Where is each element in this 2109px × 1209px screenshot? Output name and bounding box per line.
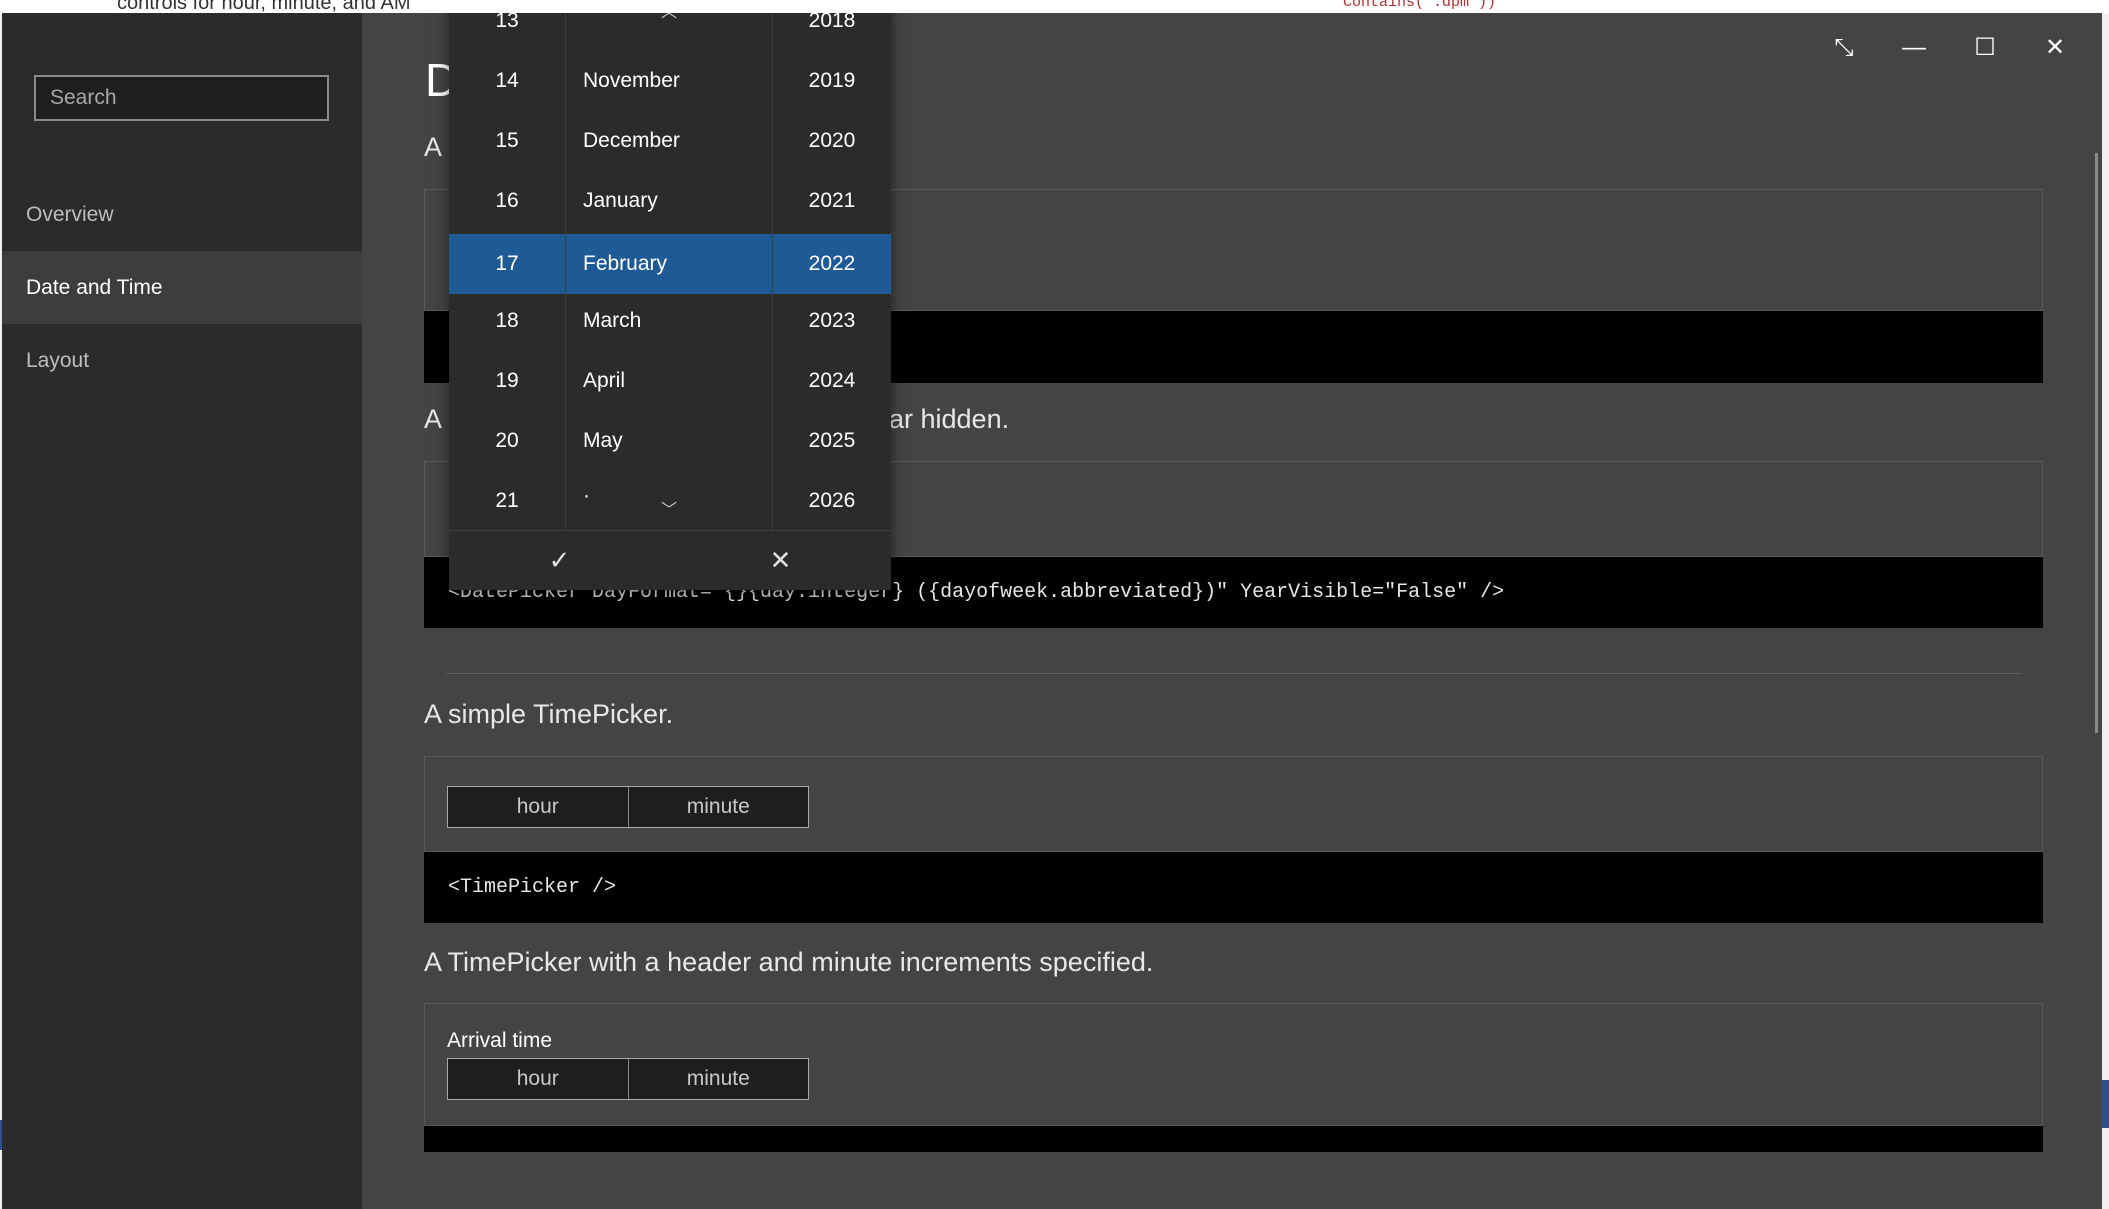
background-window: controls for hour, minute, and AM Contai… bbox=[0, 0, 2109, 14]
date-picker-flyout: 13 14 15 16 17 18 19 20 21 November Dece… bbox=[449, 13, 891, 590]
chevron-down-icon[interactable]: ﹀ bbox=[566, 500, 772, 522]
day-item[interactable]: 19 bbox=[449, 351, 565, 411]
month-item-selected[interactable]: February bbox=[566, 234, 772, 294]
sidebar-item-overview[interactable]: Overview bbox=[2, 178, 362, 251]
hour-segment[interactable]: hour bbox=[448, 787, 628, 827]
year-item[interactable]: 2024 bbox=[773, 351, 891, 411]
background-code: Contains(".dpm")) bbox=[1343, 0, 1497, 11]
section-description-right: ar hidden. bbox=[889, 404, 1010, 434]
gallery-window: Search Overview Date and Time Layout D A… bbox=[2, 13, 2102, 1209]
accept-button[interactable]: ✓ bbox=[449, 531, 670, 590]
example-box: Arrival time hour minute bbox=[424, 1003, 2043, 1126]
day-item[interactable]: 16 bbox=[449, 171, 565, 231]
year-item-selected[interactable]: 2022 bbox=[773, 234, 891, 294]
day-item[interactable]: 20 bbox=[449, 411, 565, 471]
day-item[interactable]: 21 bbox=[449, 471, 565, 530]
year-item[interactable]: 2020 bbox=[773, 111, 891, 171]
day-item[interactable]: 18 bbox=[449, 291, 565, 351]
month-item[interactable]: December bbox=[566, 111, 772, 171]
day-item[interactable]: 15 bbox=[449, 111, 565, 171]
year-item[interactable]: 2018 bbox=[773, 13, 891, 51]
example-box: hour minute bbox=[424, 756, 2043, 852]
minimize-button[interactable]: — bbox=[1891, 25, 1937, 71]
vertical-scrollbar[interactable] bbox=[2095, 153, 2098, 733]
chevron-up-icon[interactable]: ︿ bbox=[566, 13, 772, 24]
month-column[interactable]: November December January February March… bbox=[566, 13, 773, 530]
time-picker[interactable]: hour minute bbox=[447, 786, 809, 828]
code-box bbox=[424, 1126, 2043, 1152]
year-column[interactable]: 2018 2019 2020 2021 2022 2023 2024 2025 … bbox=[773, 13, 891, 530]
close-button[interactable]: ✕ bbox=[2032, 25, 2078, 71]
month-item[interactable]: May bbox=[566, 411, 772, 471]
month-item[interactable]: April bbox=[566, 351, 772, 411]
picker-header: Arrival time bbox=[447, 1029, 553, 1052]
day-column[interactable]: 13 14 15 16 17 18 19 20 21 bbox=[449, 13, 566, 530]
sidebar-item-layout[interactable]: Layout bbox=[2, 324, 362, 397]
year-item[interactable]: 2023 bbox=[773, 291, 891, 351]
sidebar-item-date-and-time[interactable]: Date and Time bbox=[2, 251, 362, 324]
day-item-selected[interactable]: 17 bbox=[449, 234, 565, 294]
background-text: controls for hour, minute, and AM bbox=[117, 0, 411, 14]
sidebar: Search Overview Date and Time Layout bbox=[2, 13, 362, 1209]
section-description: A TimePicker with a header and minute in… bbox=[424, 947, 1154, 977]
divider bbox=[446, 673, 2022, 674]
section-description: A simple TimePicker. bbox=[424, 699, 674, 729]
year-item[interactable]: 2021 bbox=[773, 171, 891, 231]
maximize-button[interactable]: ☐ bbox=[1962, 25, 2008, 71]
year-item[interactable]: 2019 bbox=[773, 51, 891, 111]
dismiss-button[interactable]: ✕ bbox=[670, 531, 891, 590]
flyout-footer: ✓ ✕ bbox=[449, 530, 891, 590]
year-item[interactable]: 2025 bbox=[773, 411, 891, 471]
time-picker[interactable]: hour minute bbox=[447, 1058, 809, 1100]
code-box: <TimePicker /> bbox=[424, 852, 2043, 923]
day-item[interactable]: 14 bbox=[449, 51, 565, 111]
section-description: A bbox=[424, 132, 443, 162]
year-item[interactable]: 2026 bbox=[773, 471, 891, 530]
hour-segment[interactable]: hour bbox=[448, 1059, 628, 1099]
section-description-left: A bbox=[424, 404, 443, 434]
month-item[interactable]: November bbox=[566, 51, 772, 111]
month-item[interactable]: January bbox=[566, 171, 772, 231]
minute-segment[interactable]: minute bbox=[627, 787, 809, 827]
search-input[interactable]: Search bbox=[34, 75, 329, 121]
day-item[interactable]: 13 bbox=[449, 13, 565, 51]
minute-segment[interactable]: minute bbox=[627, 1059, 809, 1099]
collapse-icon[interactable]: ⤡ bbox=[1821, 25, 1867, 71]
month-item[interactable]: March bbox=[566, 291, 772, 351]
